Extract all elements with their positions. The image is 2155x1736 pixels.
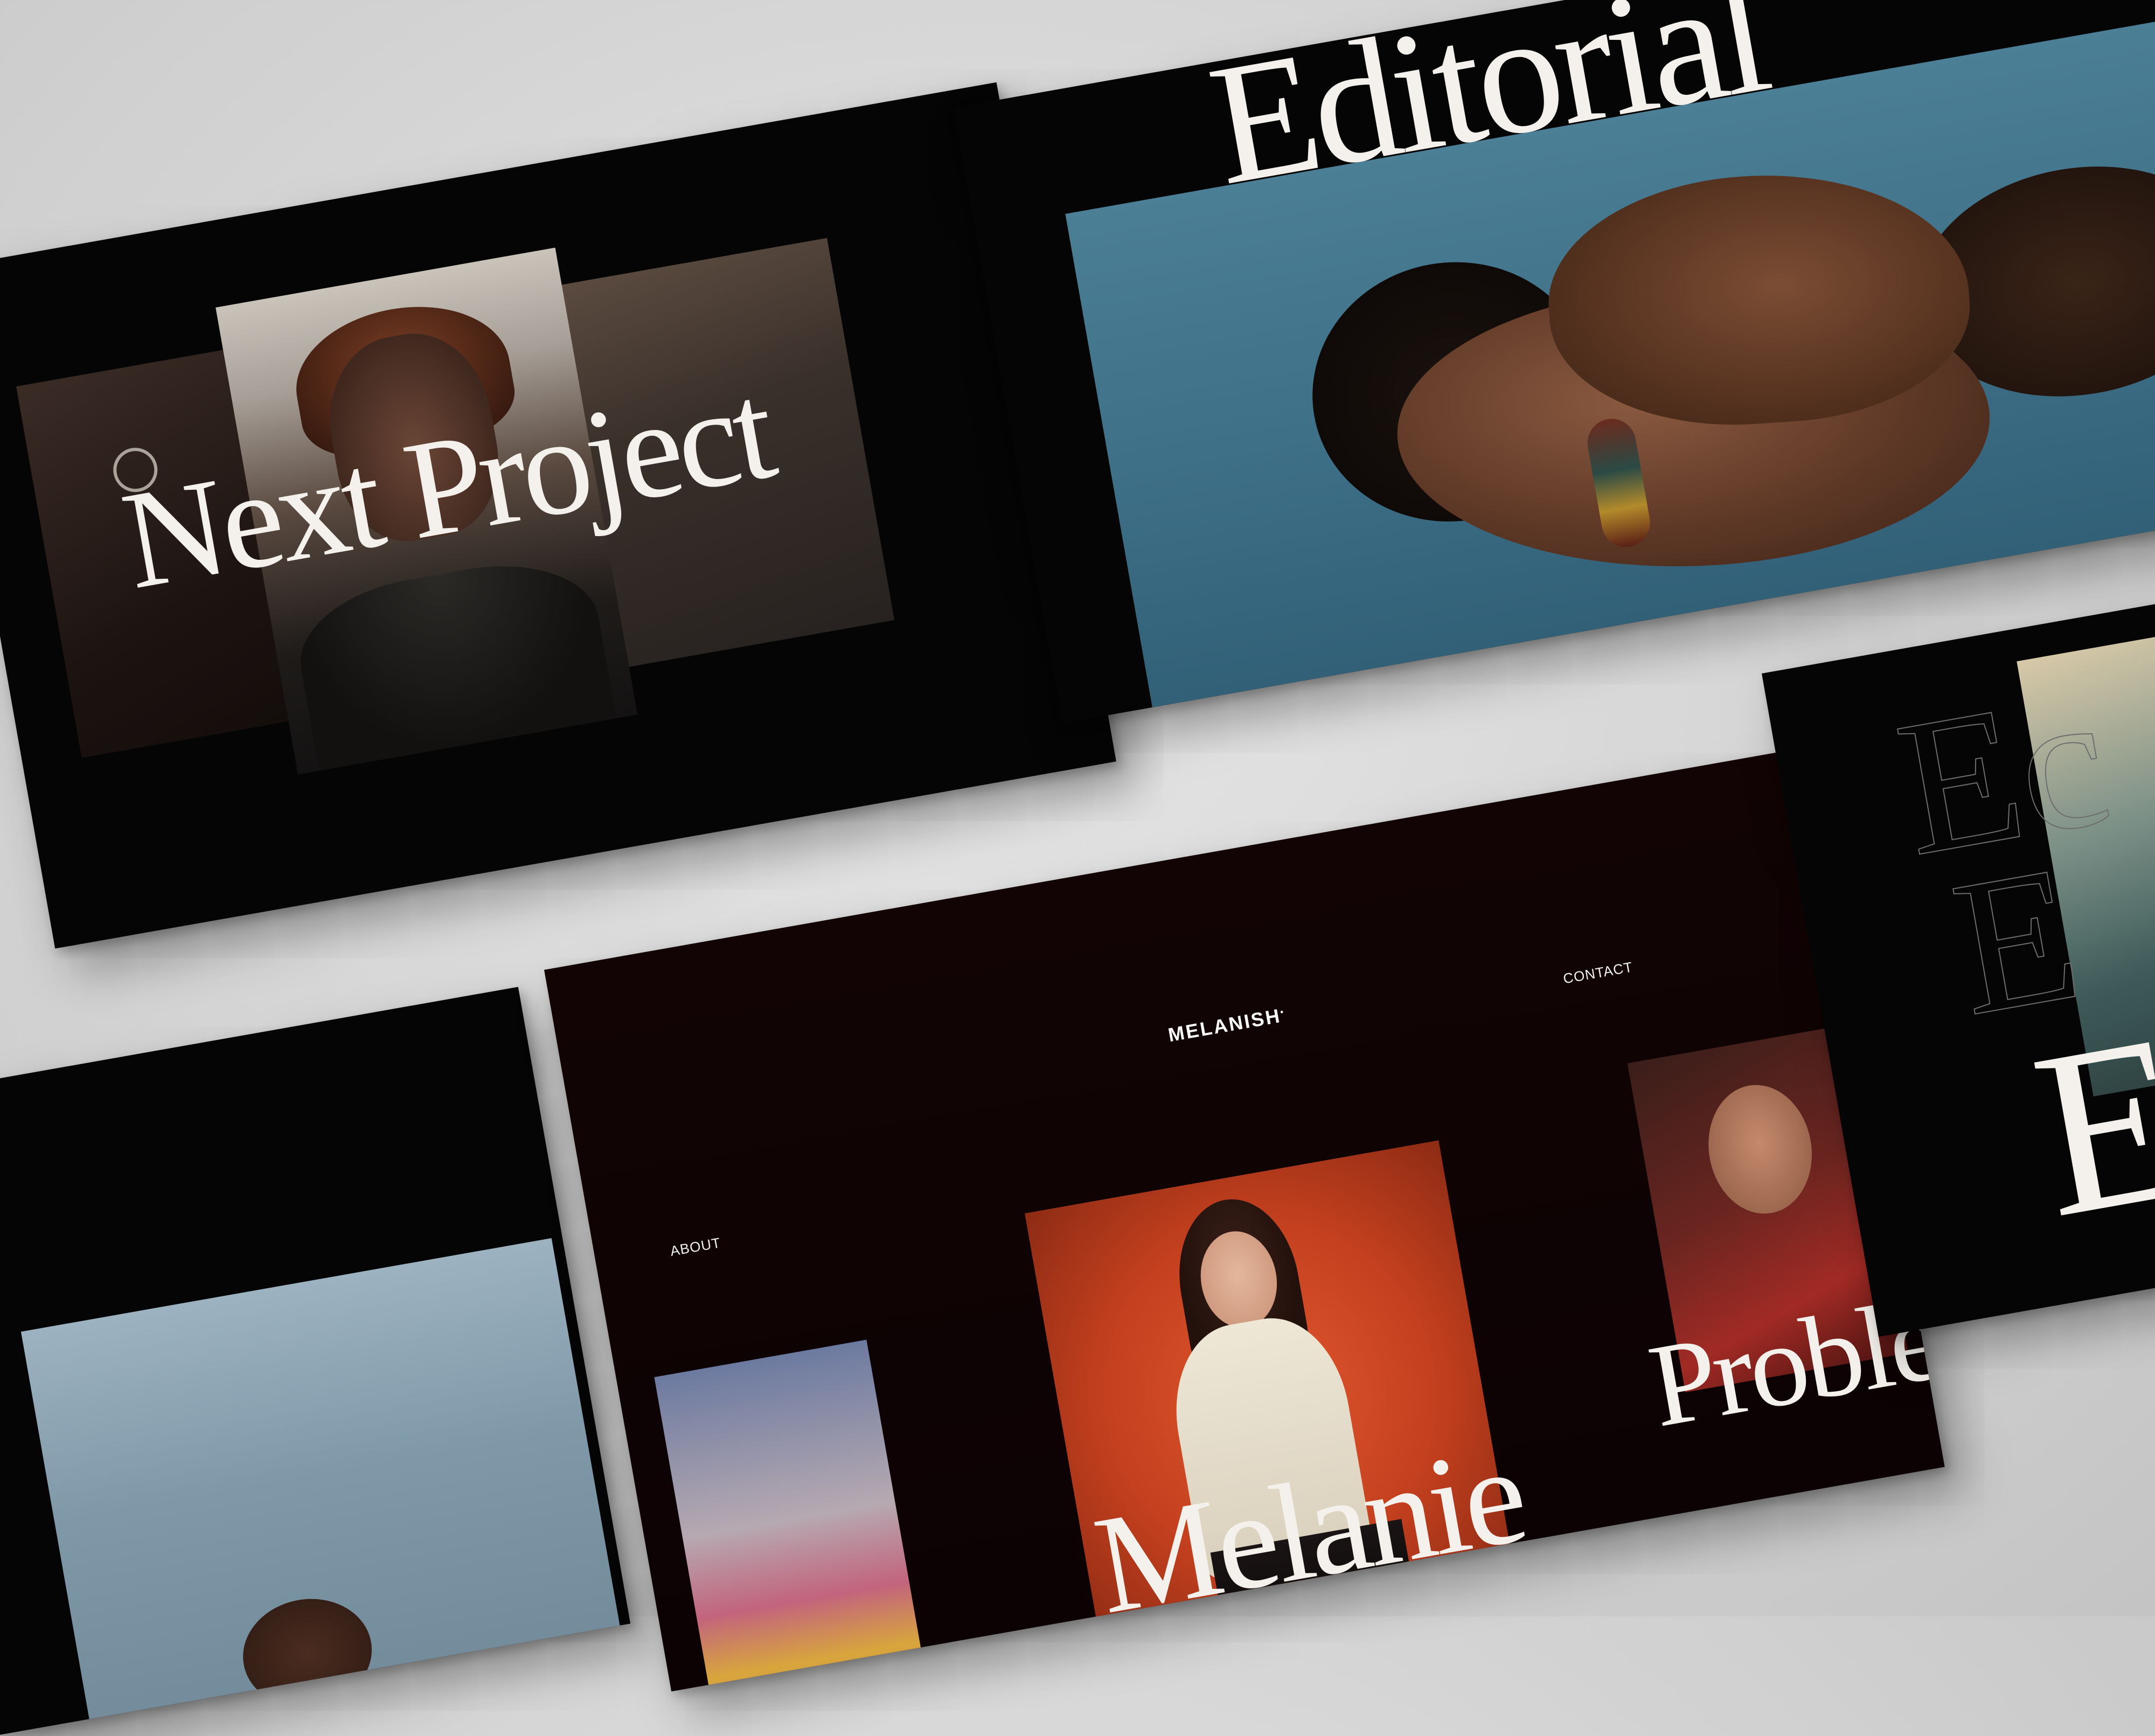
brand-logo[interactable]: MELANISH• <box>1166 1004 1288 1047</box>
project-photo-left[interactable] <box>654 1339 938 1692</box>
brand-name: MELANISH <box>1166 1004 1283 1046</box>
melanish-home-screen: MELANISH• ABOUT CONTACT s Melanie Proble <box>544 745 1945 1692</box>
solid-letter: E <box>2018 984 2155 1268</box>
mockup-canvas: Next Project Editorial MELANISH• ABOUT C… <box>0 0 2155 1736</box>
next-project-screen: Next Project <box>0 82 1116 949</box>
editorial-screen: Editorial <box>954 0 2155 724</box>
nav-about-link[interactable]: ABOUT <box>669 1234 722 1260</box>
sky-screen <box>0 987 631 1736</box>
brand-mark: • <box>1280 1007 1286 1017</box>
face <box>1698 1077 1822 1222</box>
nav-contact-link[interactable]: CONTACT <box>1562 959 1634 987</box>
